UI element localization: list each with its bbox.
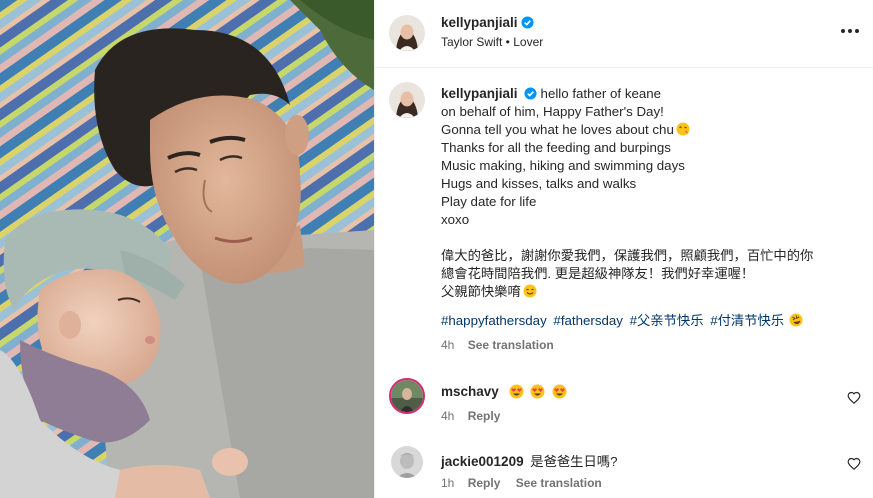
see-translation-link[interactable]: See translation [516,476,602,490]
verified-badge-icon [521,16,534,29]
rolling-laughing-emoji-icon [789,313,803,327]
comment-body: jackie001209 是爸爸生日嗎? [441,451,617,470]
heart-eyes-emoji-icon [530,384,545,399]
author-avatar[interactable] [389,15,425,51]
post-meta: 4h See translation [441,336,861,354]
more-options-button[interactable] [837,22,863,40]
smiling-face-emoji-icon [523,284,537,298]
caption-line: Play date for life [441,194,537,209]
caption-text: hello father of keane [540,86,662,101]
caption-zh-line: 偉大的爸比，謝謝你愛我們，保護我們，照顧我們，百忙中的你 [441,248,814,263]
author-name-row: kellypanjiali [441,14,534,32]
verified-badge-icon [524,87,537,100]
caption-username[interactable]: kellypanjiali [441,86,518,101]
heart-eyes-emoji-icon [552,384,567,399]
heart-eyes-emoji-icon [509,384,523,399]
comment-meta: 4h Reply [441,409,512,423]
caption-line: on behalf of him, Happy Father's Day! [441,104,664,119]
reply-button[interactable]: Reply [468,476,501,490]
post-side-panel: kellypanjiali Taylor Swift • Lover kelly… [374,0,873,498]
reply-button[interactable]: Reply [468,409,501,423]
post-timestamp[interactable]: 4h [441,338,454,352]
hashtag-link[interactable]: #fathersday [553,313,622,328]
author-username[interactable]: kellypanjiali [441,15,518,30]
instagram-post: kellypanjiali Taylor Swift • Lover kelly… [0,0,873,498]
hashtags: #happyfathersday #fathersday #父亲节快乐 #付清节… [441,312,861,330]
like-comment-button[interactable] [847,391,861,405]
commenter-avatar[interactable] [389,378,425,414]
caption-line: xoxo [441,212,470,227]
hashtag-link[interactable]: #付清节快乐 [710,313,784,328]
caption-zh-line: 總會花時間陪我們. 更是超級神隊友！我們好幸運喔！ [441,266,755,281]
post-photo[interactable] [0,0,374,498]
audio-track[interactable]: Taylor Swift • Lover [441,35,543,49]
caption-line-1: kellypanjiali hello father of keane [441,85,861,103]
commenter-username[interactable]: jackie001209 [441,454,524,469]
commenter-username[interactable]: mschavy [441,384,499,399]
comment-timestamp[interactable]: 1h [441,476,454,490]
caption-line: Gonna tell you what he loves about chu [441,121,861,139]
comment-body: mschavy [441,384,567,399]
heart-outline-icon [847,457,861,471]
caption-line: Hugs and kisses, talks and walks [441,176,637,191]
caption-line: Music making, hiking and swimming days [441,158,685,173]
caption-author-avatar[interactable] [389,82,425,118]
hashtag-link[interactable]: #happyfathersday [441,313,547,328]
caption-text: Gonna tell you what he loves about chu [441,122,674,137]
like-comment-button[interactable] [847,457,861,471]
comment-timestamp[interactable]: 4h [441,409,454,423]
hashtag-link[interactable]: #父亲节快乐 [630,313,704,328]
comment-text: 是爸爸生日嗎? [530,454,618,469]
more-horizontal-icon [841,29,859,33]
heart-outline-icon [847,391,861,405]
post-header: kellypanjiali Taylor Swift • Lover [375,0,873,68]
father-and-baby-photo [0,0,374,498]
caption-zh-line: 父親節快樂唷 [441,283,861,301]
face-blowing-kiss-emoji-icon [676,122,690,136]
post-caption: kellypanjiali hello father of keane on be… [441,85,861,354]
caption-text: 父親節快樂唷 [441,284,521,299]
comment-meta: 1h Reply See translation [441,476,614,490]
see-translation-link[interactable]: See translation [468,338,554,352]
commenter-avatar[interactable] [391,446,423,478]
caption-line: Thanks for all the feeding and burpings [441,140,671,155]
